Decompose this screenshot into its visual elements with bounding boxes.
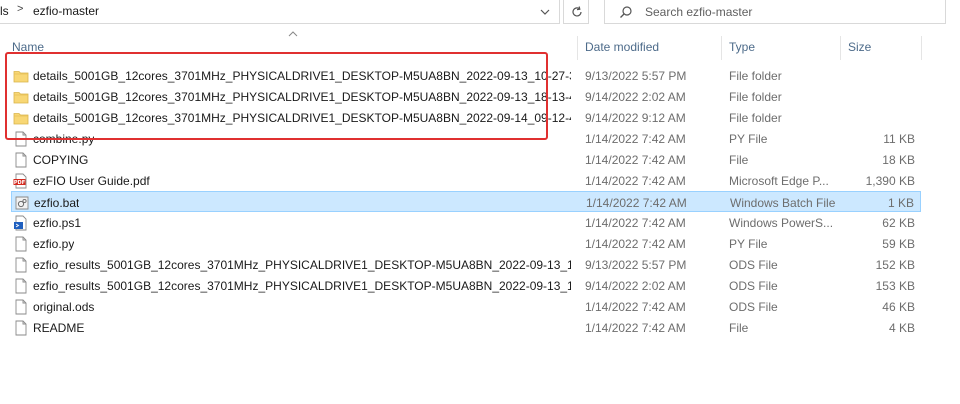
file-size: 18 KB	[882, 153, 915, 167]
address-row: ls > ezfio-master Search ezfio-master	[0, 0, 960, 24]
column-header-type-label: Type	[729, 40, 756, 54]
file-type: ODS File	[729, 279, 778, 293]
folder-icon	[13, 110, 29, 126]
file-row[interactable]: ezfio.bat 1/14/2022 7:42 AM Windows Batch …	[11, 191, 921, 212]
batch-file-icon	[14, 195, 30, 211]
address-dropdown-chevron-icon[interactable]	[537, 4, 553, 20]
file-type: File folder	[729, 90, 782, 104]
document-icon	[13, 131, 29, 147]
file-name: ezfio.ps1	[33, 216, 82, 230]
file-size: 46 KB	[882, 300, 915, 314]
document-icon	[13, 299, 29, 315]
file-row[interactable]: ezfio.ps1 1/14/2022 7:42 AM Windows PowerS…	[11, 212, 921, 233]
file-size: 4 KB	[888, 321, 915, 335]
file-date-modified: 1/14/2022 7:42 AM	[585, 132, 686, 146]
column-header-name[interactable]: Name	[0, 36, 577, 58]
file-name: ezfio_results_5001GB_12cores_3701MHz_PHY…	[33, 258, 571, 272]
column-header-date[interactable]: Date modified	[578, 36, 721, 58]
file-name: details_5001GB_12cores_3701MHz_PHYSICALD…	[33, 69, 571, 83]
folder-row[interactable]: details_5001GB_12cores_3701MHz_PHYSICALD…	[11, 107, 921, 128]
file-row[interactable]: original.ods 1/14/2022 7:42 AM ODS File 46 …	[11, 296, 921, 317]
file-name: COPYING	[33, 153, 89, 167]
file-row[interactable]: COPYING 1/14/2022 7:42 AM File 18 KB	[11, 149, 921, 170]
column-header-name-label: Name	[12, 40, 45, 54]
file-date-modified: 9/14/2022 2:02 AM	[585, 279, 686, 293]
file-name: combine.py	[33, 132, 95, 146]
file-name: original.ods	[33, 300, 95, 314]
file-date-modified: 1/14/2022 7:42 AM	[585, 237, 686, 251]
file-type: PY File	[729, 237, 768, 251]
file-size: 62 KB	[882, 216, 915, 230]
file-date-modified: 1/14/2022 7:42 AM	[585, 321, 686, 335]
svg-text:PDF: PDF	[14, 180, 25, 186]
column-divider[interactable]	[921, 36, 922, 60]
file-date-modified: 9/14/2022 9:12 AM	[585, 111, 686, 125]
document-icon	[13, 236, 29, 252]
breadcrumb-current[interactable]: ezfio-master	[33, 4, 99, 18]
file-name: details_5001GB_12cores_3701MHz_PHYSICALD…	[33, 111, 571, 125]
file-date-modified: 9/13/2022 5:57 PM	[585, 258, 687, 272]
file-name: ezFIO User Guide.pdf	[33, 174, 150, 188]
file-name: ezfio.py	[33, 237, 75, 251]
file-type: File folder	[729, 69, 782, 83]
file-name: ezfio_results_5001GB_12cores_3701MHz_PHY…	[33, 279, 571, 293]
powershell-icon	[13, 215, 29, 231]
breadcrumb-parent[interactable]: ls	[0, 4, 9, 18]
document-icon	[13, 320, 29, 336]
file-row[interactable]: ezfio_results_5001GB_12cores_3701MHz_PHY…	[11, 275, 921, 296]
file-type: Windows Batch File	[730, 196, 836, 210]
file-date-modified: 1/14/2022 7:42 AM	[585, 216, 686, 230]
search-input[interactable]: Search ezfio-master	[645, 5, 752, 19]
file-date-modified: 1/14/2022 7:42 AM	[586, 196, 687, 210]
file-name: details_5001GB_12cores_3701MHz_PHYSICALD…	[33, 90, 571, 104]
file-type: File	[729, 321, 749, 335]
file-date-modified: 1/14/2022 7:42 AM	[585, 153, 686, 167]
file-size: 1,390 KB	[865, 174, 915, 188]
column-header-size[interactable]: Size	[841, 36, 921, 58]
file-size: 152 KB	[875, 258, 915, 272]
file-type: ODS File	[729, 300, 778, 314]
file-type: File	[729, 153, 749, 167]
file-name: README	[33, 321, 85, 335]
folder-icon	[13, 68, 29, 84]
file-date-modified: 1/14/2022 7:42 AM	[585, 300, 686, 314]
file-type: Windows PowerS...	[729, 216, 834, 230]
file-name: ezfio.bat	[34, 196, 80, 210]
file-type: PY File	[729, 132, 768, 146]
document-icon	[13, 257, 29, 273]
file-size: 59 KB	[882, 237, 915, 251]
folder-row[interactable]: details_5001GB_12cores_3701MHz_PHYSICALD…	[11, 65, 921, 86]
document-icon	[13, 278, 29, 294]
refresh-icon	[572, 6, 582, 17]
document-icon	[13, 152, 29, 168]
folder-row[interactable]: details_5001GB_12cores_3701MHz_PHYSICALD…	[11, 86, 921, 107]
search-icon	[620, 6, 632, 18]
search-box[interactable]: Search ezfio-master	[604, 0, 946, 24]
file-row[interactable]: PDF ezFIO User Guide.pdf 1/14/2022 7:42 AM…	[11, 170, 921, 191]
file-type: ODS File	[729, 258, 778, 272]
file-size: 11 KB	[883, 132, 915, 146]
refresh-button[interactable]	[563, 0, 589, 24]
breadcrumb-chevron-icon[interactable]: >	[17, 3, 23, 15]
file-row[interactable]: combine.py 1/14/2022 7:42 AM PY File 11 KB	[11, 128, 921, 149]
column-header-size-label: Size	[848, 40, 872, 54]
file-date-modified: 1/14/2022 7:42 AM	[585, 174, 686, 188]
file-row[interactable]: README 1/14/2022 7:42 AM File 4 KB	[11, 317, 921, 338]
file-size: 153 KB	[875, 279, 915, 293]
file-row[interactable]: ezfio.py 1/14/2022 7:42 AM PY File 59 KB	[11, 233, 921, 254]
file-size: 1 KB	[887, 196, 914, 210]
folder-icon	[13, 89, 29, 105]
file-type: Microsoft Edge P...	[729, 174, 829, 188]
file-date-modified: 9/13/2022 5:57 PM	[585, 69, 687, 83]
pdf-icon: PDF	[13, 173, 29, 189]
file-row[interactable]: ezfio_results_5001GB_12cores_3701MHz_PHY…	[11, 254, 921, 275]
column-header-date-label: Date modified	[585, 40, 660, 54]
file-type: File folder	[729, 111, 782, 125]
column-header-type[interactable]: Type	[722, 36, 840, 58]
address-bar[interactable]: ls > ezfio-master	[0, 0, 560, 24]
file-date-modified: 9/14/2022 2:02 AM	[585, 90, 686, 104]
